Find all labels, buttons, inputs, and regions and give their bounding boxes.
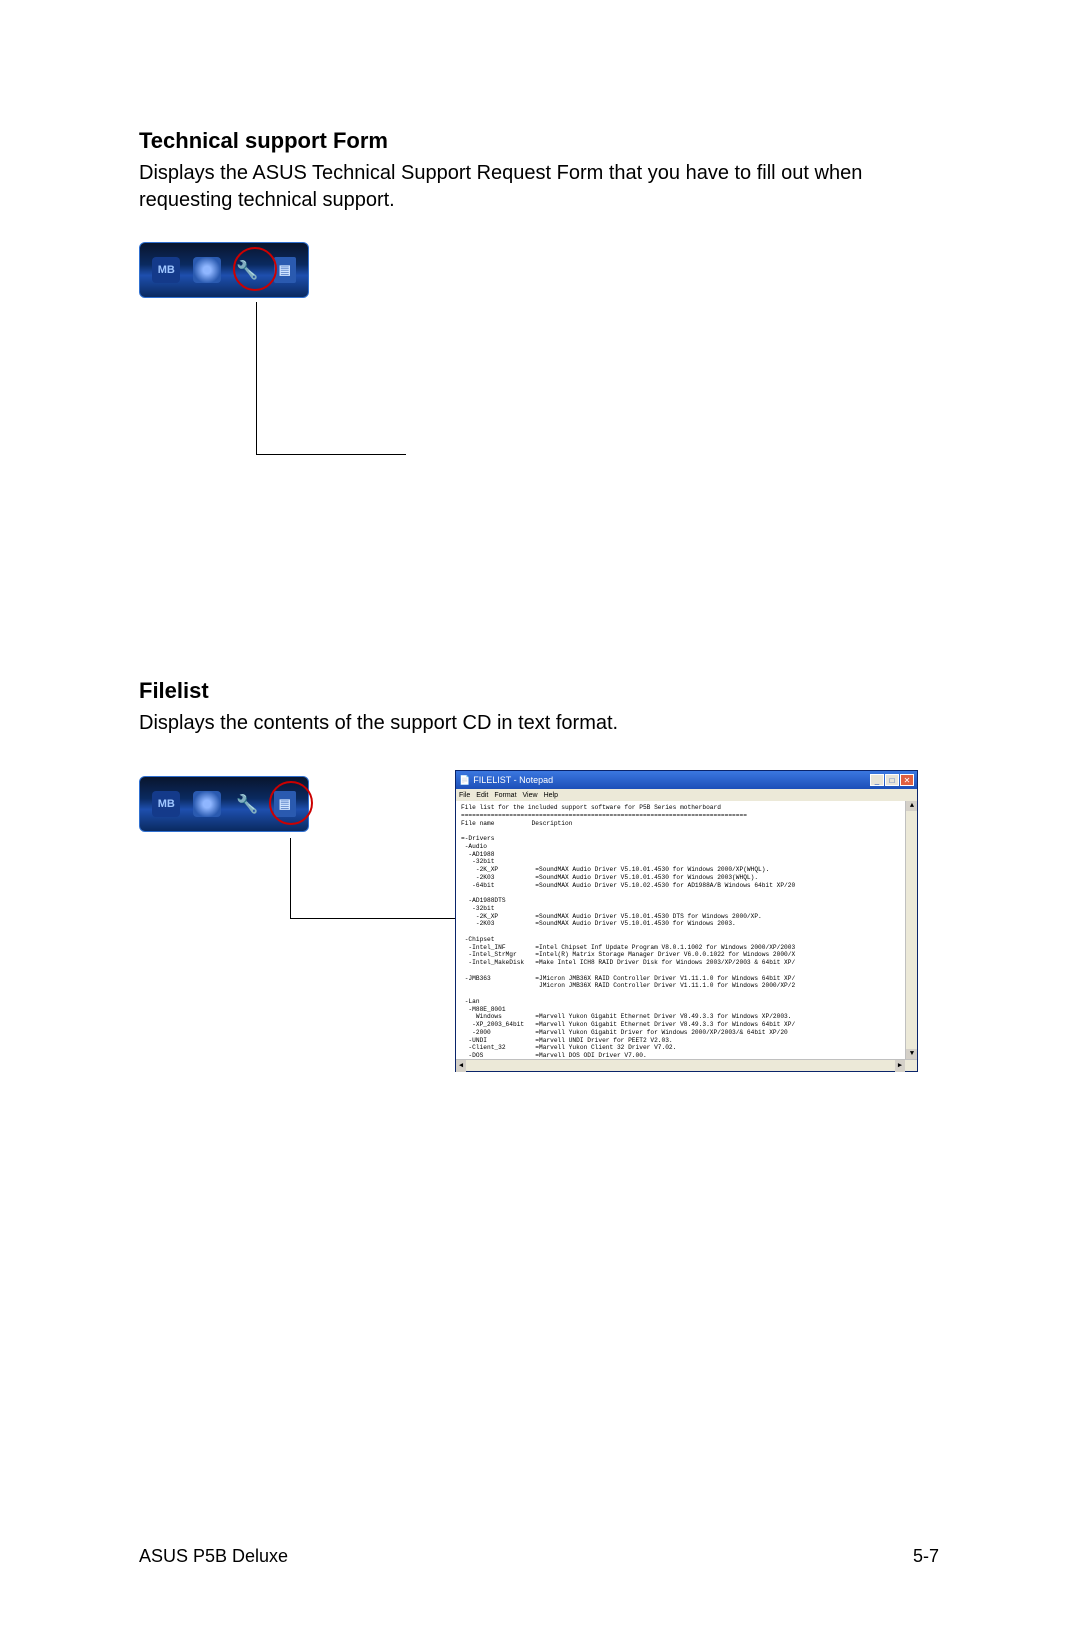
connector-line — [290, 838, 291, 918]
notepad-window: 📄 FILELIST - Notepad _ □ ✕ File Edit For… — [455, 770, 918, 1072]
footer-product-name: ASUS P5B Deluxe — [139, 1546, 288, 1567]
notepad-menubar[interactable]: File Edit Format View Help — [456, 789, 917, 801]
toolbar-figure-2: MB 🔧 ▤ — [139, 776, 309, 836]
footer-page-number: 5-7 — [913, 1546, 939, 1567]
vertical-scrollbar[interactable] — [905, 801, 917, 1059]
wrench-icon[interactable]: 🔧 — [233, 791, 261, 817]
support-cd-toolbar: MB 🔧 ▤ — [139, 776, 309, 832]
section-title-filelist: Filelist — [139, 678, 618, 704]
menu-view[interactable]: View — [523, 792, 538, 799]
connector-line — [290, 918, 455, 919]
document-icon[interactable]: ▤ — [274, 257, 296, 283]
maximize-button[interactable]: □ — [885, 774, 899, 786]
notepad-titlebar[interactable]: 📄 FILELIST - Notepad _ □ ✕ — [456, 771, 917, 789]
support-cd-toolbar: MB 🔧 ▤ — [139, 242, 309, 298]
mb-icon[interactable]: MB — [152, 791, 180, 817]
menu-help[interactable]: Help — [544, 792, 558, 799]
menu-file[interactable]: File — [459, 792, 470, 799]
section-title-technical-support: Technical support Form — [139, 128, 939, 154]
notepad-icon: 📄 — [459, 775, 470, 786]
document-icon[interactable]: ▤ — [274, 791, 296, 817]
close-button[interactable]: ✕ — [900, 774, 914, 786]
mb-icon[interactable]: MB — [152, 257, 180, 283]
minimize-button[interactable]: _ — [870, 774, 884, 786]
menu-format[interactable]: Format — [494, 792, 516, 799]
cd-icon[interactable] — [193, 791, 221, 817]
toolbar-figure-1: MB 🔧 ▤ — [139, 242, 309, 302]
horizontal-scrollbar[interactable] — [456, 1059, 917, 1071]
section-body-filelist: Displays the contents of the support CD … — [139, 710, 618, 737]
menu-edit[interactable]: Edit — [476, 792, 488, 799]
connector-line — [256, 454, 406, 455]
notepad-content[interactable]: File list for the included support softw… — [456, 801, 917, 1059]
notepad-title-text: FILELIST - Notepad — [473, 775, 553, 785]
cd-icon[interactable] — [193, 257, 221, 283]
section-body-technical-support: Displays the ASUS Technical Support Requ… — [139, 160, 939, 214]
wrench-icon[interactable]: 🔧 — [233, 257, 261, 283]
connector-line — [256, 302, 257, 454]
